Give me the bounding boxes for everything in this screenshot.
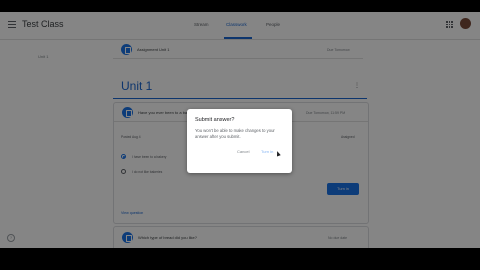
turn-in-confirm-button[interactable]: Turn in — [261, 149, 273, 154]
cancel-button[interactable]: Cancel — [237, 149, 249, 154]
dialog-title: Submit answer? — [195, 117, 235, 123]
submit-dialog: Submit answer? You won't be able to make… — [187, 109, 292, 173]
mouse-cursor-icon — [275, 150, 281, 157]
classroom-window: Test Class Stream Classwork People Unit … — [0, 12, 480, 248]
dialog-message: You won't be able to make changes to you… — [195, 128, 275, 140]
